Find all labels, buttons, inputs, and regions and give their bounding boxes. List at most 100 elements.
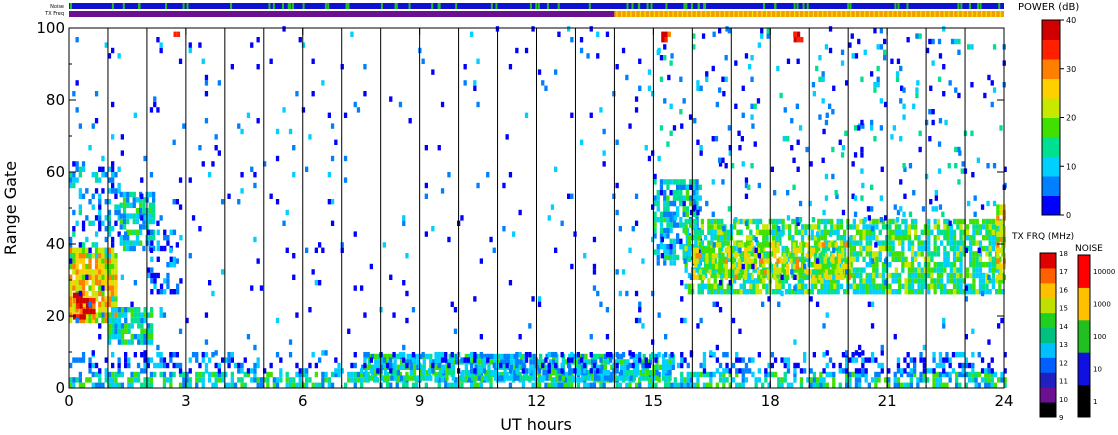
echo-cell [666,184,670,190]
echo-cell [725,368,729,374]
echo-cell [881,245,886,252]
echo-cell [906,37,910,43]
echo-cell [888,272,892,279]
echo-cell [600,375,604,381]
echo-cell [733,240,737,246]
echo-cell [111,323,115,329]
echo-cell [972,267,976,273]
echo-cell [119,240,123,246]
echo-cell [749,235,753,241]
echo-cell [334,357,338,363]
echo-cell [818,253,822,259]
echo-cell [771,289,776,295]
echo-cell [531,296,535,302]
echo-cell [959,251,963,257]
echo-cell [137,334,141,340]
echo-cell [878,289,882,295]
echo-cell [75,161,79,167]
echo-cell [907,240,911,246]
echo-cell [129,202,133,208]
echo-cell [819,377,823,383]
echo-cell [906,352,910,358]
echo-cell [838,368,842,374]
echo-cell [88,269,92,275]
echo-cell [120,339,125,345]
echo-cell [818,263,822,270]
echo-cell [862,224,866,230]
echo-cell [790,118,794,124]
echo-cell [78,269,82,275]
echo-cell [702,368,707,374]
echo-cell [771,229,776,235]
echo-cell [894,235,898,241]
echo-cell [706,371,710,378]
echo-cell [337,368,341,374]
echo-cell [796,58,800,64]
echo-cell [945,371,949,378]
echo-cell [750,76,754,82]
echo-cell [944,119,948,126]
echo-cell [211,382,215,388]
echo-cell [828,274,832,280]
echo-cell [862,289,866,295]
echo-cell [142,208,146,214]
echo-cell [576,352,580,358]
echo-cell [766,258,770,264]
echo-cell [996,242,1000,248]
echo-cell [395,382,399,388]
echo-cell [130,371,134,378]
echo-cell [78,371,82,378]
status-bar-fleck [873,11,875,17]
echo-cell [669,179,673,185]
echo-cell [657,312,661,318]
echo-cell [936,224,941,230]
echo-cell [943,251,947,257]
status-bar-fleck [798,11,800,17]
echo-cell [988,235,992,241]
echo-cell [918,146,922,153]
echo-cell [91,253,95,259]
echo-cell [815,263,819,270]
echo-cell [875,251,879,257]
echo-cell [679,244,683,250]
echo-cell [688,200,693,207]
echo-cell [253,172,257,178]
echo-cell [101,155,105,162]
echo-cell [353,231,357,237]
status-bar-fleck [686,11,688,17]
echo-cell [422,359,426,365]
echo-cell [477,359,481,365]
echo-cell [910,289,915,295]
echo-cell [686,377,690,383]
echo-cell [862,267,866,273]
echo-cell [859,229,863,235]
echo-cell [761,382,765,388]
status-bar-fleck [924,11,927,17]
echo-cell [954,146,958,153]
echo-cell [843,289,847,295]
echo-cell [343,155,348,162]
echo-cell [634,290,639,297]
echo-cell [85,253,89,259]
echo-cell [868,235,873,241]
echo-cell [779,92,783,99]
echo-cell [942,368,946,374]
y-tick-label: 0 [55,379,65,397]
status-bar-fleck [742,11,744,17]
echo-cell [943,224,947,230]
echo-cell [782,136,786,142]
echo-cell [800,289,805,295]
echo-cell [949,245,953,252]
status-bar-fleck [995,11,997,17]
echo-cell [872,283,876,289]
echo-cell [775,283,779,289]
echo-cell [893,377,897,383]
echo-cell [852,224,856,230]
echo-cell [592,285,597,291]
noise-bar-label: Noise [50,4,64,10]
echo-cell [175,242,179,248]
echo-cell [201,161,205,167]
echo-cell [256,377,260,383]
echo-cell [98,204,102,210]
echo-cell [360,382,364,388]
